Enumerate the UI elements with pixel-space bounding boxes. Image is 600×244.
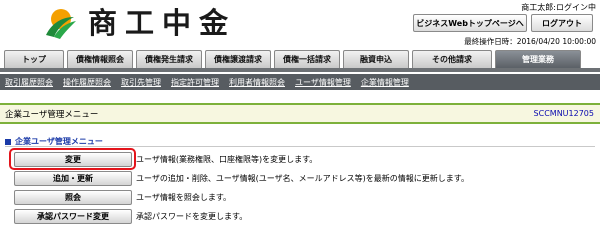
tab-admin[interactable]: 管理業務	[495, 50, 581, 68]
tab-credit-inquiry[interactable]: 債権情報照会	[67, 50, 133, 68]
last-operation-time: 最終操作日時：2016/04/20 10:00:00	[464, 37, 596, 46]
highlight-outline	[9, 148, 136, 170]
tab-credit-transfer[interactable]: 債権譲渡請求	[205, 50, 271, 68]
tab-loan-application[interactable]: 融資申込	[343, 50, 409, 68]
logout-button[interactable]: ログアウト	[531, 14, 593, 32]
brand-name: 商工中金	[88, 6, 237, 40]
screen-id: SCCMNU12705	[533, 109, 594, 118]
add-update-button[interactable]: 追加・更新	[14, 170, 132, 186]
tab-credit-issue[interactable]: 債権発生請求	[136, 50, 202, 68]
user-greeting: 商工太郎:ログイン中	[521, 3, 596, 12]
divider	[5, 146, 595, 147]
subnav-user-management[interactable]: ユーザ情報管理	[295, 77, 351, 88]
inquiry-button[interactable]: 照会	[14, 189, 132, 205]
menu-row-approval-password: 承認パスワード変更 承認パスワードを変更します。	[14, 208, 247, 224]
subnav-permission[interactable]: 指定許可管理	[171, 77, 219, 88]
approval-password-change-button[interactable]: 承認パスワード変更	[14, 208, 132, 224]
approval-password-description: 承認パスワードを変更します。	[136, 211, 248, 221]
subnav-counterparty[interactable]: 取引先管理	[121, 77, 161, 88]
subnav-company-info[interactable]: 企業情報管理	[361, 77, 409, 88]
tab-other-requests[interactable]: その他請求	[412, 50, 492, 68]
inquiry-description: ユーザ情報を照会します。	[136, 192, 232, 202]
tab-top[interactable]: トップ	[4, 50, 64, 68]
change-description: ユーザ情報(業務権限、口座権限等)を変更します。	[136, 154, 318, 164]
subnav-operation-history[interactable]: 操作履歴照会	[63, 77, 111, 88]
header: 商工中金 商工太郎:ログイン中 ビジネスWebトップページへ ログアウト 最終操…	[0, 0, 600, 46]
shokochukin-logo-icon	[46, 9, 76, 39]
subnav-transaction-history[interactable]: 取引履歴照会	[5, 77, 53, 88]
business-web-top-button[interactable]: ビジネスWebトップページへ	[413, 14, 527, 32]
page-title-bar: 企業ユーザ管理メニュー SCCMNU12705	[0, 103, 600, 124]
tab-bulk-request[interactable]: 債権一括請求	[274, 50, 340, 68]
main-tabs: トップ 債権情報照会 債権発生請求 債権譲渡請求 債権一括請求 融資申込 その他…	[0, 50, 600, 72]
square-bullet-icon	[5, 138, 11, 145]
menu-row-inquiry: 照会 ユーザ情報を照会します。	[14, 189, 231, 205]
add-update-description: ユーザの追加・削除、ユーザ情報(ユーザ名、メールアドレス等)を最新の情報に更新し…	[136, 173, 469, 183]
subnav-user-info-inquiry[interactable]: 利用者情報照会	[229, 77, 285, 88]
page-title: 企業ユーザ管理メニュー	[5, 109, 99, 120]
menu-row-add-update: 追加・更新 ユーザの追加・削除、ユーザ情報(ユーザ名、メールアドレス等)を最新の…	[14, 170, 469, 186]
sub-navigation: 取引履歴照会 操作履歴照会 取引先管理 指定許可管理 利用者情報照会 ユーザ情報…	[0, 74, 600, 90]
